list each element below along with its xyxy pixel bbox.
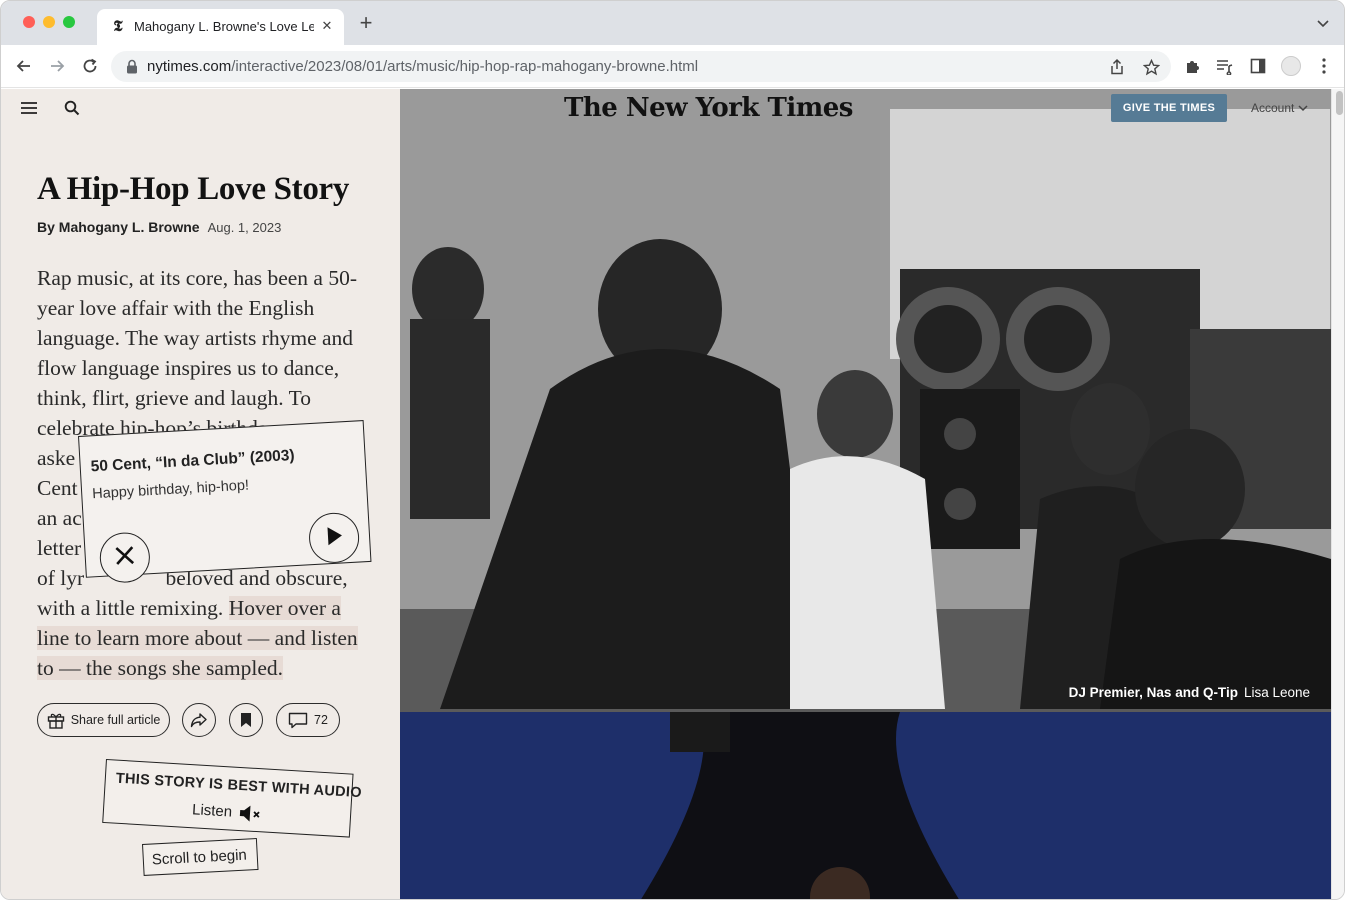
back-icon[interactable] [13, 55, 35, 77]
speaker-muted-icon[interactable] [237, 802, 264, 826]
tab-search-chevron-icon[interactable] [1316, 16, 1330, 30]
caption-subjects: DJ Premier, Nas and Q-Tip [1068, 685, 1238, 700]
tab-close-icon[interactable]: ✕ [319, 18, 335, 34]
scroll-to-begin-label: Scroll to begin [151, 846, 248, 869]
scroll-to-begin-button[interactable]: Scroll to begin [142, 837, 259, 876]
reading-list-icon[interactable] [1213, 55, 1235, 77]
song-sample-card: 50 Cent, “In da Club” (2003) Happy birth… [78, 420, 372, 584]
listen-button-label[interactable]: Listen [192, 801, 233, 820]
photo-credit: Lisa Leone [1243, 685, 1310, 700]
browser-tab[interactable]: 𝕿 Mahogany L. Browne's Love Letter to Hi… [97, 9, 344, 45]
lock-icon[interactable] [125, 59, 139, 74]
body-line-fragment: aske [37, 446, 76, 470]
web-page: A Hip-Hop Love Story By Mahogany L. Brow… [1, 89, 1344, 899]
reload-icon[interactable] [79, 55, 101, 77]
byline: By Mahogany L. Browne Aug. 1, 2023 [37, 219, 281, 235]
nyt-logo[interactable]: The New York Times [564, 93, 853, 123]
profile-avatar-icon[interactable] [1281, 56, 1301, 76]
extensions-icon[interactable] [1181, 55, 1203, 77]
photo-caption: DJ Premier, Nas and Q-Tip Lisa Leone [1069, 685, 1310, 700]
account-label: Account [1251, 101, 1295, 115]
browser-toolbar: nytimes.com/interactive/2023/08/01/arts/… [1, 45, 1344, 88]
scrollbar-thumb[interactable] [1336, 91, 1343, 115]
comments-count: 72 [314, 713, 328, 727]
body-line-fragment: of lyr [37, 566, 85, 590]
more-icon[interactable] [1313, 55, 1335, 77]
gift-icon [47, 712, 65, 729]
tab-bar: 𝕿 Mahogany L. Browne's Love Letter to Hi… [1, 1, 1344, 45]
body-paragraph-remix: with a little remixing. [37, 596, 224, 620]
article-column: A Hip-Hop Love Story By Mahogany L. Brow… [1, 89, 400, 899]
side-panel-icon[interactable] [1247, 55, 1269, 77]
address-bar[interactable]: nytimes.com/interactive/2023/08/01/arts/… [111, 51, 1171, 82]
share-full-article-label: Share full article [70, 713, 161, 727]
browser-window: 𝕿 Mahogany L. Browne's Love Letter to Hi… [0, 0, 1345, 900]
comment-bubble-icon [288, 712, 308, 729]
tab-title: Mahogany L. Browne's Love Letter to Hip-… [134, 19, 314, 34]
give-the-times-button[interactable]: GIVE THE TIMES [1111, 94, 1227, 122]
media-column: The New York Times GIVE THE TIMES Accoun… [400, 89, 1331, 899]
search-icon[interactable] [64, 100, 80, 116]
maximize-window-button[interactable] [63, 16, 75, 28]
chevron-down-icon [1298, 101, 1308, 115]
new-tab-icon[interactable]: + [356, 12, 376, 34]
author-link[interactable]: By Mahogany L. Browne [37, 219, 200, 235]
play-icon [323, 524, 344, 552]
close-window-button[interactable] [23, 16, 35, 28]
bookmark-icon [240, 712, 252, 728]
audio-notice[interactable]: THIS STORY IS BEST WITH AUDIO Listen [102, 759, 362, 838]
close-icon [113, 543, 136, 571]
hamburger-menu-icon[interactable] [21, 101, 37, 115]
play-song-button[interactable] [307, 511, 361, 565]
url-text[interactable]: nytimes.com/interactive/2023/08/01/arts/… [147, 58, 698, 75]
page-scrollbar[interactable] [1331, 89, 1344, 899]
share-full-article-button[interactable]: Share full article [37, 703, 170, 737]
comments-button[interactable]: 72 [276, 703, 340, 737]
nyt-favicon-icon: 𝕿 [113, 17, 123, 35]
publish-date: Aug. 1, 2023 [207, 220, 282, 235]
song-lyric: Happy birthday, hip-hop! [91, 477, 250, 503]
save-bookmark-button[interactable] [229, 703, 263, 737]
body-paragraph-intro: Rap music, at its core, has been a 50-ye… [37, 266, 358, 440]
share-icon[interactable] [1107, 57, 1127, 77]
audio-notice-title: THIS STORY IS BEST WITH AUDIO [115, 770, 363, 802]
forward-icon[interactable] [46, 55, 68, 77]
body-line-fragment: letter [37, 536, 82, 560]
share-arrow-icon [190, 712, 208, 728]
minimize-window-button[interactable] [43, 16, 55, 28]
song-title: 50 Cent, “In da Club” (2003) [90, 446, 296, 476]
studio-photo: The New York Times GIVE THE TIMES Accoun… [400, 89, 1331, 712]
star-icon[interactable] [1141, 57, 1161, 77]
stage-photo [400, 712, 1331, 899]
body-line-fragment: Cent [37, 476, 78, 500]
article-headline: A Hip-Hop Love Story [37, 171, 350, 207]
account-menu[interactable]: Account [1251, 101, 1308, 115]
share-button[interactable] [182, 703, 216, 737]
body-line-fragment: an ac [37, 506, 82, 530]
